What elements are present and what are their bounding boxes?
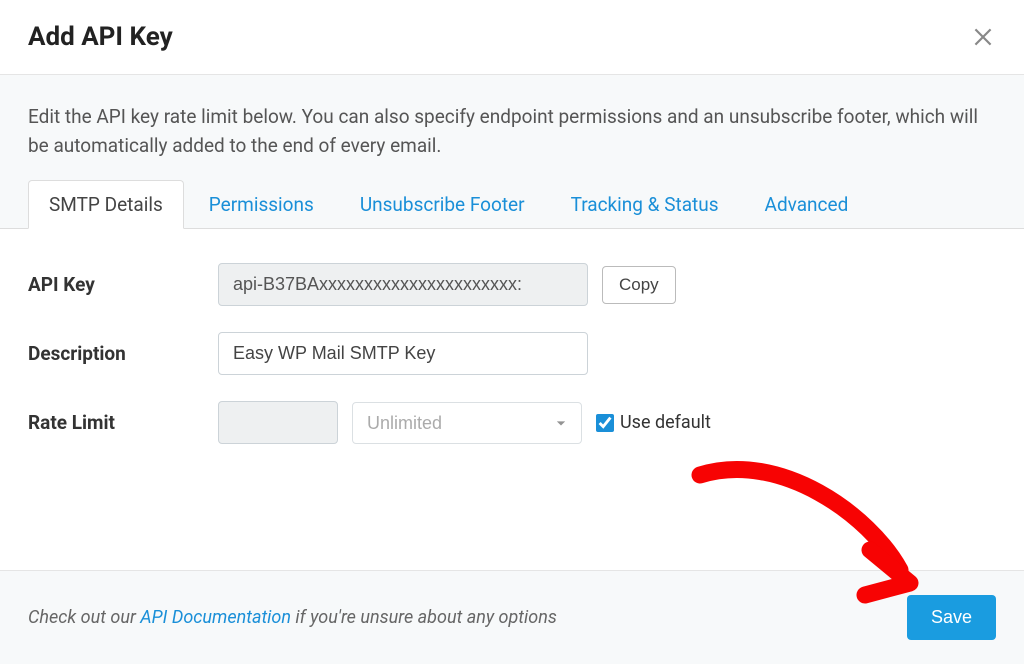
description-controls — [218, 332, 588, 375]
modal-title: Add API Key — [28, 22, 173, 52]
api-key-label: API Key — [28, 273, 218, 296]
rate-limit-input[interactable] — [218, 401, 338, 444]
use-default-label: Use default — [620, 412, 711, 433]
footer-suffix: if you're unsure about any options — [291, 607, 557, 628]
use-default-checkbox[interactable] — [596, 414, 614, 432]
rate-limit-select[interactable]: Unlimited — [352, 402, 582, 444]
modal-footer: Check out our API Documentation if you'r… — [0, 570, 1024, 664]
close-icon[interactable] — [970, 24, 996, 50]
rate-limit-label: Rate Limit — [28, 411, 218, 434]
description-label: Description — [28, 342, 218, 365]
tab-smtp-details[interactable]: SMTP Details — [28, 180, 184, 229]
tab-permissions[interactable]: Permissions — [188, 180, 335, 228]
modal-header: Add API Key — [0, 0, 1024, 75]
tab-advanced[interactable]: Advanced — [744, 180, 870, 228]
description-input[interactable] — [218, 332, 588, 375]
footer-prefix: Check out our — [28, 607, 140, 628]
description-row: Description — [28, 332, 996, 375]
api-key-row: API Key Copy — [28, 263, 996, 306]
use-default-wrap: Use default — [596, 412, 711, 433]
api-key-controls: Copy — [218, 263, 676, 306]
tabs-container: SMTP Details Permissions Unsubscribe Foo… — [28, 180, 996, 228]
save-button[interactable]: Save — [907, 595, 996, 640]
tab-tracking-status[interactable]: Tracking & Status — [550, 180, 740, 228]
intro-text: Edit the API key rate limit below. You c… — [28, 103, 996, 160]
modal-intro: Edit the API key rate limit below. You c… — [0, 75, 1024, 228]
api-documentation-link[interactable]: API Documentation — [140, 607, 291, 628]
api-key-input[interactable] — [218, 263, 588, 306]
tab-content: API Key Copy Description Rate Limit Unli… — [0, 228, 1024, 530]
rate-limit-row: Rate Limit Unlimited Use default — [28, 401, 996, 444]
footer-text: Check out our API Documentation if you'r… — [28, 607, 557, 628]
copy-button[interactable]: Copy — [602, 266, 676, 304]
rate-limit-controls: Unlimited Use default — [218, 401, 711, 444]
tab-unsubscribe-footer[interactable]: Unsubscribe Footer — [339, 180, 546, 228]
